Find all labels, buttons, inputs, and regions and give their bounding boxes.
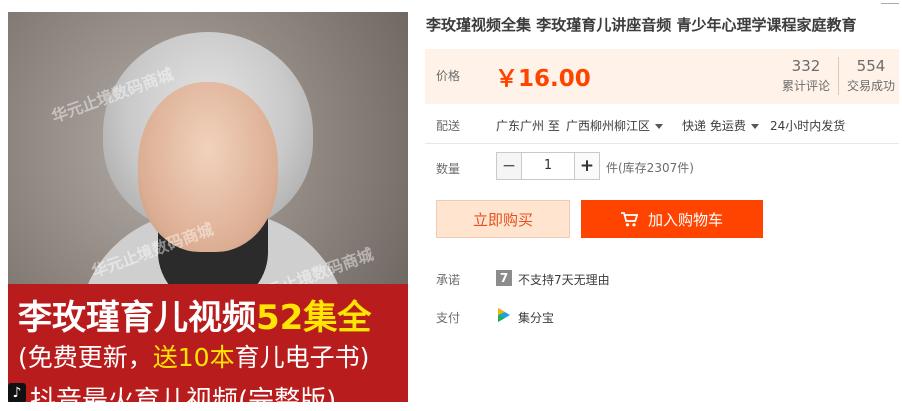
promo-banner: 李玫瑾育儿视频52集全 (免费更新，送10本育儿电子书) ♪ 抖音最火育儿视频(… <box>8 284 408 402</box>
banner-subline-highlight: 送10本 <box>152 343 235 372</box>
corner-mark <box>881 0 899 4</box>
chevron-down-icon <box>750 124 759 129</box>
buy-now-button[interactable]: 立即购买 <box>436 200 570 238</box>
shipping-row: 配送 广东广州 至 广西柳州柳江区 快递 免运费 24小时内发货 <box>425 115 899 135</box>
section-divider <box>425 143 899 144</box>
shipping-method-select[interactable]: 快递 免运费 <box>682 117 759 134</box>
banner-headline-main: 李玫瑾育儿视频 <box>18 298 256 338</box>
no-return-policy-icon: 7 <box>496 270 512 286</box>
jifenbao-icon <box>498 308 510 322</box>
chevron-down-icon <box>655 124 664 129</box>
stat-divider <box>838 57 839 95</box>
product-info-panel: 李玫瑾视频全集 李玫瑾育儿讲座音频 青少年心理学课程家庭教育 价格 ￥16.00… <box>425 0 902 411</box>
sales-stat: 554 交易成功 <box>843 57 899 94</box>
shipping-destination-select[interactable]: 广西柳州柳江区 <box>566 117 664 134</box>
quantity-stepper: − + <box>496 152 600 180</box>
shipping-destination: 广西柳州柳江区 <box>566 119 651 133</box>
sales-count: 554 <box>856 57 886 75</box>
cart-icon <box>620 211 638 226</box>
stock-info: 件(库存2307件) <box>606 161 694 175</box>
promise-label: 承诺 <box>436 273 461 287</box>
banner-subline-post: 育儿电子书) <box>234 343 370 372</box>
reviews-count: 332 <box>791 57 821 75</box>
payment-method: 集分宝 <box>518 311 555 325</box>
promise-text: 不支持7天无理由 <box>518 273 610 287</box>
shipping-from: 广东广州 至 <box>496 119 560 133</box>
reviews-stat[interactable]: 332 累计评论 <box>777 57 835 94</box>
payment-label: 支付 <box>436 311 461 325</box>
price-label: 价格 <box>436 69 461 83</box>
product-image[interactable]: 华元止境数码商城 华元止境数码商城 华元止境数码商城 李玫瑾育儿视频52集全 (… <box>8 12 408 402</box>
banner-subline-pre: (免费更新， <box>18 343 153 372</box>
banner-subline: (免费更新，送10本育儿电子书) <box>18 338 369 374</box>
add-to-cart-label: 加入购物车 <box>647 210 723 229</box>
sales-label: 交易成功 <box>846 79 895 93</box>
quantity-input[interactable] <box>522 152 574 180</box>
product-title: 李玫瑾视频全集 李玫瑾育儿讲座音频 青少年心理学课程家庭教育 <box>426 16 857 34</box>
add-to-cart-button[interactable]: 加入购物车 <box>581 200 763 238</box>
shipping-method: 快递 免运费 <box>682 119 746 133</box>
shipping-label: 配送 <box>436 119 461 133</box>
dispatch-time: 24小时内发货 <box>770 119 846 133</box>
reviews-label: 累计评论 <box>781 79 830 93</box>
increase-quantity-button[interactable]: + <box>574 152 600 180</box>
price-value: ￥16.00 <box>495 66 591 92</box>
price-box: 价格 ￥16.00 332 累计评论 554 交易成功 <box>425 49 899 104</box>
decrease-quantity-button[interactable]: − <box>496 152 522 180</box>
quantity-label: 数量 <box>436 162 461 176</box>
banner-tagline: 抖音最火育儿视频(完整版) <box>30 386 337 402</box>
banner-headline-highlight: 52集全 <box>256 298 372 338</box>
tiktok-icon: ♪ <box>8 383 26 402</box>
banner-headline: 李玫瑾育儿视频52集全 <box>18 290 371 339</box>
buy-now-label: 立即购买 <box>472 210 533 229</box>
